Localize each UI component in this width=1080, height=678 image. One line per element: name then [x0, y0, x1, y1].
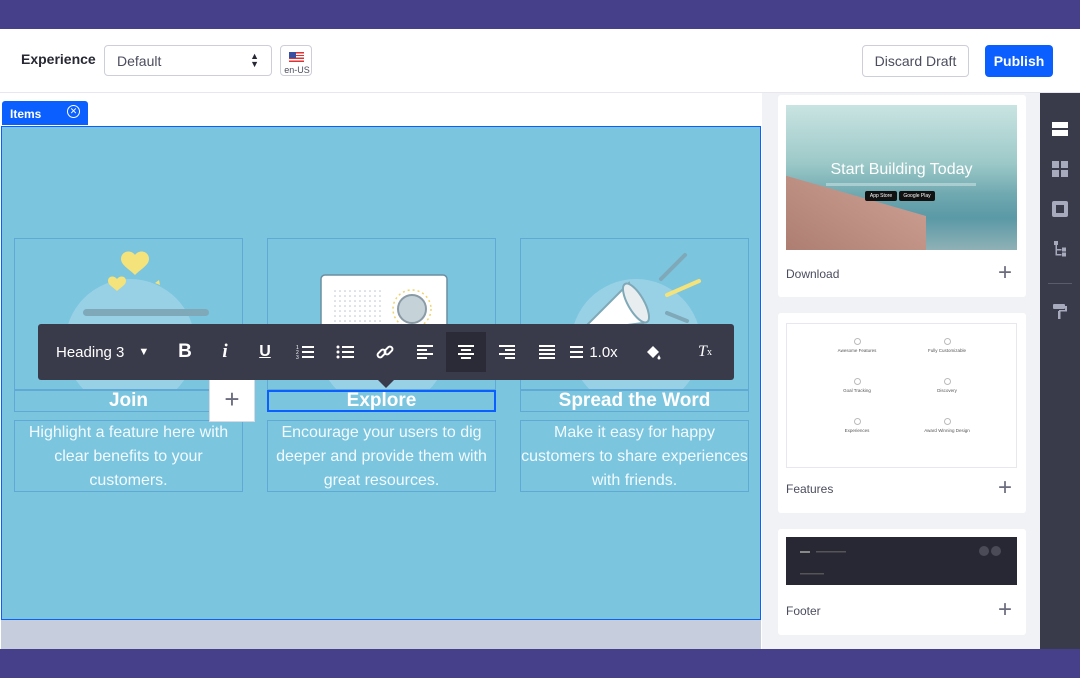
heading-select[interactable]: Heading 3 ▼	[48, 332, 158, 372]
experience-select[interactable]: Default ▲ ▼	[104, 45, 272, 76]
fragment-name: Footer	[786, 604, 821, 618]
description-line: Make it easy for happy	[554, 424, 715, 441]
description-line: Encourage your users to dig	[281, 424, 482, 441]
feature-item: Award Winning Design	[907, 418, 987, 433]
link-icon[interactable]	[366, 332, 404, 372]
description-line: great resources.	[323, 472, 440, 489]
bold-icon[interactable]: B	[166, 332, 204, 372]
discard-draft-button[interactable]: Discard Draft	[862, 45, 969, 77]
items-tab-label: Items	[10, 107, 42, 121]
experience-label: Experience	[21, 51, 96, 67]
footer-preview-graphic	[800, 546, 1001, 575]
download-thumbnail: Start Building Today App Store Google Pl…	[786, 105, 1017, 250]
feature-title: Award Winning Design	[924, 428, 970, 433]
side-rail	[1040, 93, 1080, 649]
features-thumbnail: Awesome Features Fully Customizable Goal…	[786, 323, 1017, 468]
description-line: Highlight a feature here with	[28, 424, 229, 441]
italic-icon[interactable]: i	[206, 332, 244, 372]
feature-title: Awesome Features	[837, 348, 877, 353]
google-play-badge: Google Play	[899, 191, 935, 201]
add-fragment-button[interactable]: +	[209, 378, 255, 422]
column-title-spread[interactable]: Spread the Word	[520, 390, 749, 412]
page-structure-icon[interactable]	[1052, 201, 1068, 217]
locale-button[interactable]: en-US	[280, 45, 312, 76]
add-download-button[interactable]: +	[998, 259, 1012, 287]
description-line: customers to share experiences	[521, 448, 748, 465]
add-features-button[interactable]: +	[998, 474, 1012, 502]
line-height-icon	[570, 346, 584, 358]
fragments-icon[interactable]	[1052, 121, 1068, 137]
column-title-explore[interactable]: Explore	[267, 390, 496, 412]
page-canvas: Items ✕ Join Explore Spread the Word Hig…	[0, 93, 762, 649]
rich-text-toolbar: Heading 3 ▼ B i U 123 1.0x T x	[38, 324, 734, 388]
us-flag-icon	[289, 52, 304, 62]
feature-title: Goal Tracking	[843, 388, 871, 393]
tree-icon[interactable]	[1052, 241, 1068, 257]
heading-select-value: Heading 3	[56, 343, 125, 361]
publish-button[interactable]: Publish	[985, 45, 1053, 77]
footer-thumbnail	[786, 537, 1017, 585]
text-color-icon[interactable]	[634, 332, 672, 372]
locale-code: en-US	[284, 65, 310, 75]
paint-roller-icon[interactable]	[1052, 303, 1068, 319]
app-store-badge: App Store	[865, 191, 897, 201]
empty-drop-area	[1, 620, 761, 649]
feature-title: Fully Customizable	[927, 348, 966, 353]
feature-item: Fully Customizable	[907, 338, 987, 353]
justify-icon[interactable]	[528, 332, 566, 372]
line-height-button[interactable]: 1.0x	[566, 332, 622, 372]
items-topper[interactable]: Items ✕	[2, 101, 88, 125]
underline-icon[interactable]: U	[246, 332, 284, 372]
description-line: clear benefits to your	[54, 448, 203, 465]
widgets-icon[interactable]	[1052, 161, 1068, 177]
align-left-icon[interactable]	[406, 332, 444, 372]
ordered-list-icon[interactable]: 123	[286, 332, 324, 372]
column-description-explore[interactable]: Encourage your users to dig deeper and p…	[267, 420, 496, 492]
select-caret-icon: ▲ ▼	[250, 51, 259, 69]
unordered-list-icon[interactable]	[326, 332, 364, 372]
column-description-join[interactable]: Highlight a feature here with clear bene…	[14, 420, 243, 492]
add-footer-button[interactable]: +	[998, 596, 1012, 624]
svg-text:3: 3	[296, 355, 299, 360]
experience-value: Default	[117, 53, 162, 69]
line-height-value: 1.0x	[589, 343, 618, 361]
feature-item: Experiences	[817, 418, 897, 433]
clear-format-icon[interactable]: Tx	[686, 332, 724, 372]
fragment-card-footer[interactable]: Footer +	[778, 529, 1026, 635]
feature-title: Experiences	[844, 428, 870, 433]
feature-item: Discovery	[907, 378, 987, 393]
description-line: deeper and provide them with	[276, 448, 487, 465]
description-line: with friends.	[591, 472, 678, 489]
align-right-icon[interactable]	[488, 332, 526, 372]
rail-divider	[1048, 283, 1072, 284]
fragment-name: Features	[786, 482, 834, 496]
thumbnail-subtitle-line	[826, 183, 976, 186]
feature-item: Awesome Features	[817, 338, 897, 353]
caret-down-icon: ▼	[138, 346, 150, 358]
top-toolbar: Experience Default ▲ ▼ en-US Discard Draf…	[0, 29, 1080, 93]
fragments-panel: Start Building Today App Store Google Pl…	[762, 93, 1040, 649]
feature-item: Goal Tracking	[817, 378, 897, 393]
fragment-card-download[interactable]: Start Building Today App Store Google Pl…	[778, 95, 1026, 297]
align-center-icon[interactable]	[446, 332, 486, 372]
column-description-spread[interactable]: Make it easy for happy customers to shar…	[520, 420, 749, 492]
fragment-name: Download	[786, 267, 840, 281]
fragment-card-features[interactable]: Awesome Features Fully Customizable Goal…	[778, 313, 1026, 513]
feature-title: Discovery	[937, 388, 957, 393]
editor-window: Experience Default ▲ ▼ en-US Discard Draf…	[0, 29, 1080, 649]
description-line: customers.	[89, 472, 168, 489]
remove-icon[interactable]: ✕	[67, 105, 80, 118]
thumbnail-title: Start Building Today	[830, 161, 973, 178]
